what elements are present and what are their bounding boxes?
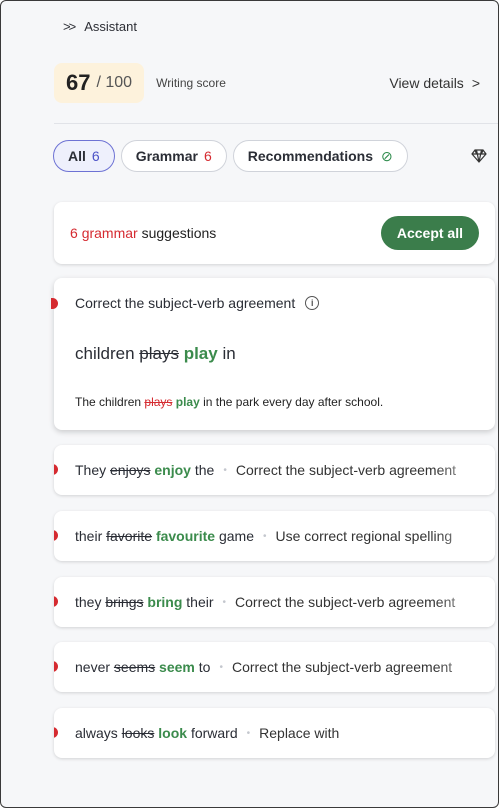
suggestion-card[interactable]: never seems seem to • Correct the subjec…: [54, 642, 495, 692]
fade-overlay: [435, 511, 495, 561]
suggestion-card[interactable]: their favorite favourite game • Use corr…: [54, 511, 495, 561]
text-after: their: [186, 594, 214, 610]
context-removed: plays: [144, 395, 173, 409]
score-label: Writing score: [156, 76, 226, 90]
phrase-after: in: [222, 344, 236, 363]
text-before: their: [75, 528, 103, 544]
suggestions-summary: 6 grammar suggestions: [70, 225, 216, 241]
error-marker: [54, 596, 58, 607]
tab-label: All: [68, 148, 86, 164]
text-added: bring: [147, 594, 183, 610]
panel-header: >> Assistant: [1, 1, 498, 51]
text-before: They: [75, 462, 107, 478]
error-marker: [54, 464, 58, 475]
suggestion-card[interactable]: They enjoys enjoy the • Correct the subj…: [54, 445, 495, 495]
text-after: forward: [190, 725, 238, 741]
text-added: seem: [159, 659, 195, 675]
assistant-panel: >> Assistant 67 / 100 Writing score View…: [0, 0, 499, 808]
filter-tabs: All 6 Grammar 6 Recommendations ⊘: [53, 140, 408, 172]
error-marker: [51, 298, 58, 309]
suggestion-description: Correct the subject-verb agreement: [235, 594, 456, 610]
text-added: look: [158, 725, 188, 741]
context-added: play: [175, 395, 200, 409]
text-after: game: [218, 528, 254, 544]
summary-word: grammar: [81, 225, 138, 241]
score-badge: 67 / 100: [54, 63, 145, 103]
text-removed: favorite: [106, 528, 153, 544]
error-marker: [54, 727, 58, 738]
text-added: enjoy: [154, 462, 191, 478]
suggestion-description: Use correct regional spelling: [275, 528, 453, 544]
info-icon[interactable]: i: [305, 296, 320, 310]
text-added: favourite: [155, 528, 216, 544]
tab-grammar[interactable]: Grammar 6: [120, 140, 227, 172]
panel-title: Assistant: [84, 18, 137, 34]
error-marker: [54, 530, 58, 541]
suggestion-description: Replace with: [259, 725, 340, 741]
phrase-added: play: [183, 344, 218, 363]
divider: [54, 123, 498, 124]
text-before: never: [75, 659, 111, 675]
collapse-chevron-icon[interactable]: >>: [63, 19, 76, 34]
suggestion-title: Correct the subject-verb agreement i: [75, 295, 320, 311]
text-after: to: [198, 659, 211, 675]
suggestion-card-expanded[interactable]: Correct the subject-verb agreement i chi…: [51, 278, 495, 430]
dot-separator: •: [223, 464, 227, 476]
text-removed: brings: [105, 594, 144, 610]
chevron-right-icon: >: [471, 75, 480, 91]
suggestion-context: The children plays play in the park ever…: [75, 395, 383, 409]
context-before: The children: [75, 395, 142, 409]
text-before: they: [75, 594, 102, 610]
text-before: always: [75, 725, 118, 741]
tab-count: 6: [203, 148, 212, 164]
text-removed: looks: [121, 725, 155, 741]
suggestion-phrase[interactable]: children plays play in: [75, 344, 236, 364]
summary-count: 6: [70, 225, 78, 241]
view-details-label: View details: [389, 75, 464, 91]
suggestion-title-text: Correct the subject-verb agreement: [75, 295, 296, 311]
check-circle-icon: ⊘: [381, 147, 393, 164]
dot-separator: •: [222, 596, 227, 608]
error-marker: [54, 661, 58, 672]
suggestion-description: Correct the subject-verb agreement: [235, 462, 457, 478]
dot-separator: •: [246, 727, 251, 739]
fade-overlay: [435, 642, 495, 692]
tab-recommendations[interactable]: Recommendations ⊘: [232, 140, 408, 172]
suggestion-description: Correct the subject-verb agreement: [231, 659, 453, 675]
tab-all[interactable]: All 6: [53, 140, 115, 172]
tab-count: 6: [91, 148, 100, 164]
view-details-link[interactable]: View details >: [389, 75, 480, 91]
score-value: 67: [66, 70, 91, 95]
summary-rest: suggestions: [137, 225, 217, 241]
suggestion-card[interactable]: they brings bring their • Correct the su…: [54, 577, 495, 627]
phrase-removed: plays: [139, 344, 179, 363]
suggestion-card[interactable]: always looks look forward • Replace with: [54, 708, 495, 758]
text-removed: seems: [113, 659, 156, 675]
fade-overlay: [435, 577, 495, 627]
dot-separator: •: [262, 530, 267, 542]
summary-card: 6 grammar suggestions Accept all: [54, 202, 495, 264]
context-after: in the park every day after school.: [203, 395, 384, 409]
score-row: 67 / 100 Writing score View details >: [54, 61, 480, 105]
tab-label: Recommendations: [247, 148, 373, 164]
dot-separator: •: [219, 661, 223, 673]
phrase-before: children: [75, 344, 135, 363]
text-removed: enjoys: [110, 462, 151, 478]
premium-diamond-icon[interactable]: [471, 148, 487, 164]
tab-label: Grammar: [135, 148, 198, 164]
accept-all-button[interactable]: Accept all: [380, 216, 479, 250]
text-after: the: [194, 462, 215, 478]
score-max: / 100: [96, 74, 133, 91]
fade-overlay: [435, 445, 495, 495]
